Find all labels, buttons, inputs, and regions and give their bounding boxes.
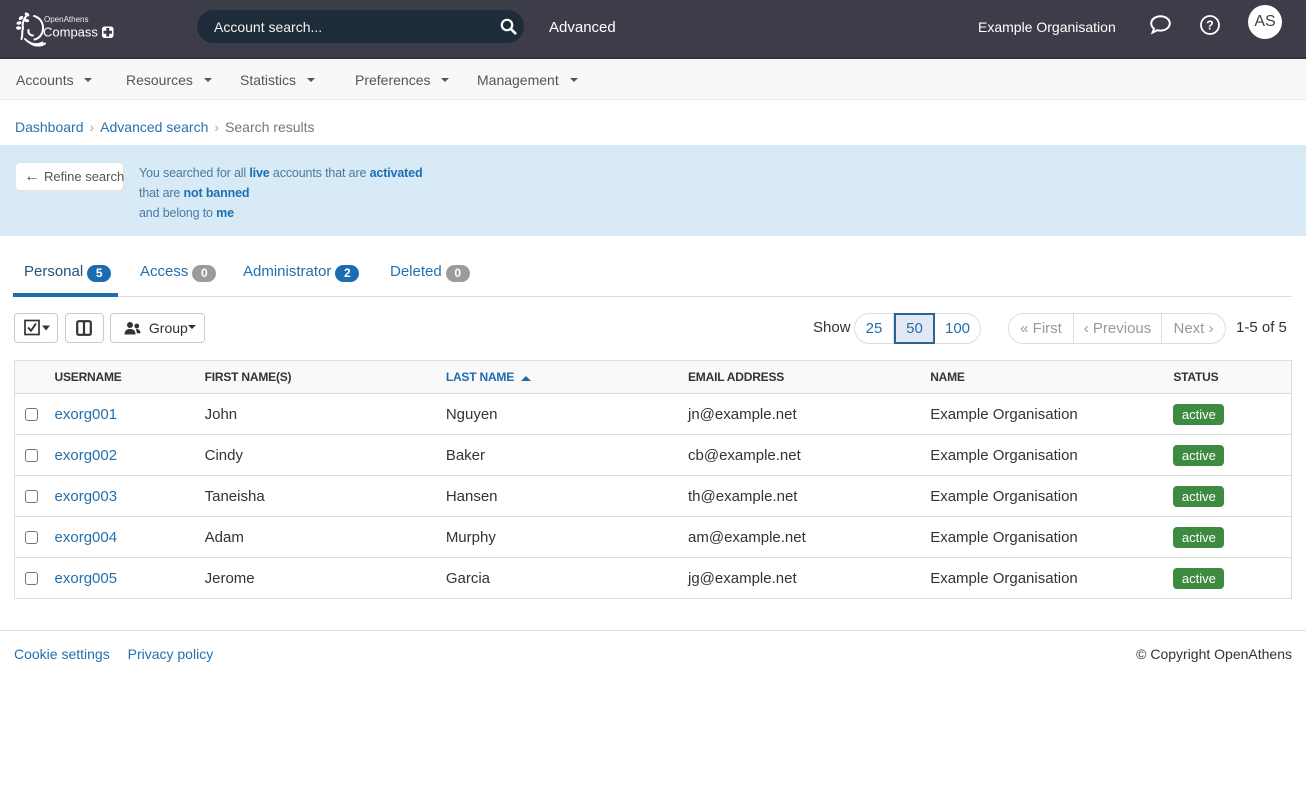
svg-text:?: ? <box>1206 18 1214 32</box>
svg-text:OpenAthens: OpenAthens <box>44 15 88 24</box>
svg-text:Compass: Compass <box>43 25 98 40</box>
